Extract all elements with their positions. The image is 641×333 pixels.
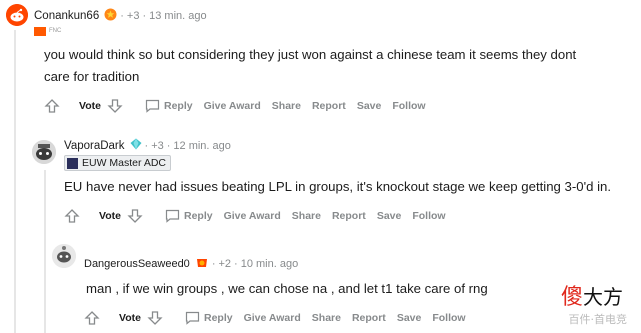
flair-text: EUW Master ADC xyxy=(82,157,167,169)
follow-button[interactable]: Follow xyxy=(392,100,425,112)
separator-dot: · xyxy=(142,10,147,22)
comment-icon xyxy=(145,99,160,113)
fnatic-logo-icon xyxy=(34,26,46,36)
points: +3 xyxy=(151,139,164,152)
upvote-button[interactable] xyxy=(64,208,84,224)
give-award-button[interactable]: Give Award xyxy=(244,312,301,324)
reddit-snoo-icon xyxy=(6,4,28,26)
give-award-button[interactable]: Give Award xyxy=(224,210,281,222)
report-button[interactable]: Report xyxy=(312,100,346,112)
give-award-button[interactable]: Give Award xyxy=(204,100,261,112)
username[interactable]: Conankun66 xyxy=(34,10,99,22)
username[interactable]: DangerousSeaweed0 xyxy=(84,258,190,270)
separator-dot: · xyxy=(234,258,238,270)
share-button[interactable]: Share xyxy=(272,100,301,112)
points: +3 xyxy=(126,10,140,22)
username[interactable]: VaporaDark xyxy=(64,140,125,152)
separator-dot: · xyxy=(211,258,216,270)
save-button[interactable]: Save xyxy=(377,210,402,222)
separator-dot: · xyxy=(144,139,149,152)
flair-text: FNC xyxy=(49,28,62,34)
comment-icon xyxy=(185,311,200,325)
comment-actions: Vote Reply Give Award Share Report Save … xyxy=(44,98,437,114)
watermark-subtext: 百件·首电竞 xyxy=(568,313,628,326)
reply-label: Reply xyxy=(163,100,193,112)
comment-body: EU have never had issues beating LPL in … xyxy=(64,179,612,194)
share-button[interactable]: Share xyxy=(292,210,321,222)
follow-button[interactable]: Follow xyxy=(432,312,465,324)
watermark-main: 大方 xyxy=(583,285,623,309)
save-button[interactable]: Save xyxy=(397,312,422,324)
reply-label: Reply xyxy=(183,210,213,222)
upvote-icon xyxy=(44,99,60,113)
upvote-icon xyxy=(64,209,80,223)
thread-line[interactable] xyxy=(14,30,16,333)
comment-meta: Conankun66 · +3 · 13 min. ago xyxy=(34,8,207,24)
reply-button[interactable]: Reply xyxy=(185,311,233,325)
diamond-icon xyxy=(130,138,142,153)
report-button[interactable]: Report xyxy=(352,312,386,324)
comment-meta: DangerousSeaweed0 · +2 · 10 min. ago xyxy=(84,256,298,272)
follow-button[interactable]: Follow xyxy=(412,210,445,222)
upvote-button[interactable] xyxy=(84,310,104,326)
user-flair: FNC xyxy=(34,24,61,38)
snoo-avatar-icon xyxy=(52,244,76,268)
vote-label: Vote xyxy=(79,100,101,112)
comment-actions: Vote Reply Give Award Share Report Save … xyxy=(64,208,457,224)
downvote-icon xyxy=(147,311,163,325)
comment-meta: VaporaDark · +3 · 12 min. ago xyxy=(64,138,231,153)
points: +2 xyxy=(218,258,232,270)
upvote-button[interactable] xyxy=(44,98,64,114)
separator-dot: · xyxy=(166,139,171,152)
report-button[interactable]: Report xyxy=(332,210,366,222)
vote-label: Vote xyxy=(119,312,141,324)
flair-emblem-icon xyxy=(67,157,78,169)
award-icon xyxy=(195,256,209,272)
avatar[interactable] xyxy=(6,4,28,26)
upvote-icon xyxy=(84,311,100,325)
avatar[interactable] xyxy=(52,244,76,268)
timestamp[interactable]: 12 min. ago xyxy=(173,140,230,152)
comment-actions: Vote Reply Give Award Share Report Save … xyxy=(84,310,477,326)
reply-button[interactable]: Reply xyxy=(145,99,193,113)
watermark: 傻大方 xyxy=(561,279,623,311)
downvote-button[interactable] xyxy=(147,310,167,326)
avatar[interactable] xyxy=(32,140,56,164)
thread-line[interactable] xyxy=(44,170,46,333)
award-icon xyxy=(104,8,117,24)
timestamp[interactable]: 10 min. ago xyxy=(241,258,298,270)
snoo-avatar-icon xyxy=(32,140,56,164)
comment-icon xyxy=(165,209,180,223)
vote-label: Vote xyxy=(99,210,121,222)
watermark-accent: 傻 xyxy=(560,285,583,310)
comment-body: man , if we win groups , we can chose na… xyxy=(86,281,488,296)
downvote-button[interactable] xyxy=(107,98,127,114)
share-button[interactable]: Share xyxy=(312,312,341,324)
user-flair: EUW Master ADC xyxy=(64,155,172,171)
reply-button[interactable]: Reply xyxy=(165,209,213,223)
downvote-icon xyxy=(127,209,143,223)
comment-body: you would think so but considering they … xyxy=(44,47,577,84)
separator-dot: · xyxy=(120,10,124,22)
downvote-button[interactable] xyxy=(127,208,147,224)
reply-label: Reply xyxy=(203,312,233,324)
save-button[interactable]: Save xyxy=(357,100,382,112)
timestamp[interactable]: 13 min. ago xyxy=(149,10,206,22)
downvote-icon xyxy=(107,99,123,113)
